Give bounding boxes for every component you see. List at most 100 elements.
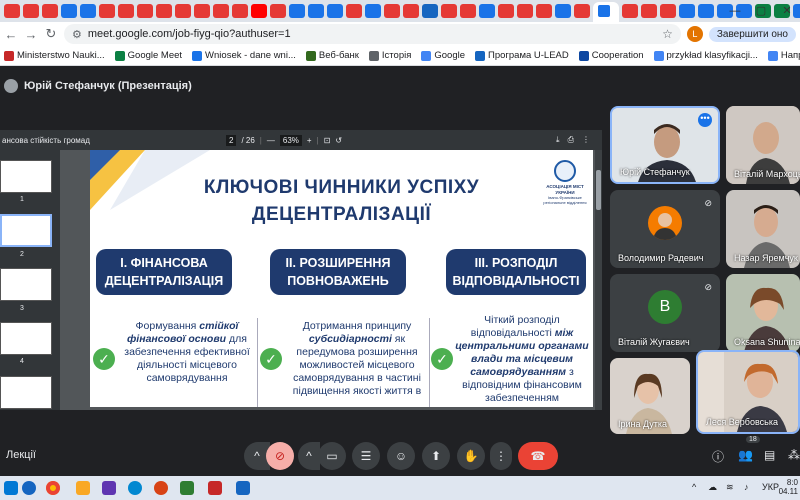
file-explorer-icon[interactable] xyxy=(76,481,90,495)
leave-call-button[interactable]: ☎ xyxy=(518,442,558,470)
update-button[interactable]: Завершити оно xyxy=(708,26,796,42)
tab[interactable] xyxy=(61,4,77,18)
more-options-button[interactable]: ⋮ xyxy=(490,442,512,470)
fit-page-icon[interactable]: ⊡ xyxy=(324,136,331,145)
clock[interactable]: 8:0 04.11 xyxy=(779,478,798,496)
emoji-button[interactable]: ☺ xyxy=(387,442,415,470)
tab[interactable] xyxy=(232,4,248,18)
tab[interactable] xyxy=(622,4,638,18)
bookmark-item[interactable]: Веб-банк xyxy=(305,50,359,61)
activities-icon[interactable]: ⁂ xyxy=(788,448,800,462)
pdf-scrollbar[interactable] xyxy=(595,150,602,410)
windows-start-icon[interactable] xyxy=(4,481,18,495)
participant-tile[interactable]: Ірина Дутка xyxy=(610,358,690,434)
tab[interactable] xyxy=(479,4,495,18)
tab[interactable] xyxy=(536,4,552,18)
participant-tile[interactable]: В ⊘ Віталій Жугаєвич xyxy=(610,274,720,352)
word-icon[interactable] xyxy=(236,481,250,495)
tab[interactable] xyxy=(194,4,210,18)
tab[interactable] xyxy=(251,4,267,18)
tab[interactable] xyxy=(327,4,343,18)
rotate-icon[interactable]: ↺ xyxy=(335,136,342,145)
bookmark-item[interactable]: Історія xyxy=(368,50,411,61)
tab[interactable] xyxy=(574,4,590,18)
forward-icon[interactable]: → xyxy=(24,27,38,42)
tab[interactable] xyxy=(460,4,476,18)
bookmark-item[interactable]: Ministerstwo Nauki... xyxy=(4,50,105,61)
participant-tile[interactable]: ••• Юрій Стефанчук xyxy=(610,106,720,184)
tab[interactable] xyxy=(175,4,191,18)
tab[interactable] xyxy=(365,4,381,18)
participant-tile[interactable]: Oksana Shunina xyxy=(726,274,800,352)
excel-icon[interactable] xyxy=(180,481,194,495)
zoom-out-icon[interactable]: — xyxy=(267,136,275,145)
tab[interactable] xyxy=(555,4,571,18)
app-icon[interactable] xyxy=(128,481,142,495)
tab[interactable] xyxy=(42,4,58,18)
input-language[interactable]: УКР xyxy=(762,482,779,492)
edge-icon[interactable] xyxy=(22,481,36,495)
tab[interactable] xyxy=(660,4,676,18)
page-thumbnail[interactable] xyxy=(0,322,52,355)
back-icon[interactable]: ← xyxy=(4,27,18,42)
participant-tile[interactable]: Леся Вербовська xyxy=(696,350,800,434)
chat-icon[interactable]: ▤ xyxy=(764,448,775,462)
tab[interactable] xyxy=(641,4,657,18)
print-icon[interactable]: ⎙ xyxy=(568,135,574,145)
page-thumbnail[interactable] xyxy=(0,160,52,193)
mic-off-button[interactable]: ⊘ xyxy=(266,442,294,470)
bookmark-item[interactable]: Cooperation xyxy=(578,50,644,61)
bookmark-item[interactable]: Google xyxy=(421,50,465,61)
zoom-in-icon[interactable]: + xyxy=(307,136,312,145)
page-number-input[interactable]: 2 xyxy=(226,134,237,146)
tray-chevron-icon[interactable]: ^ xyxy=(692,482,696,492)
zoom-level[interactable]: 63% xyxy=(279,134,302,146)
app-icon[interactable] xyxy=(102,481,116,495)
captions-button[interactable]: ☰ xyxy=(352,442,380,470)
url-field[interactable]: ⚙ meet.google.com/job-fiyg-qio?authuser=… xyxy=(64,24,681,44)
volume-icon[interactable]: ♪ xyxy=(744,482,749,492)
tab[interactable] xyxy=(422,4,438,18)
participant-tile[interactable]: Назар Яремчук xyxy=(726,190,800,268)
tab[interactable] xyxy=(118,4,134,18)
participant-tile[interactable]: ⊘ Володимир Радевич xyxy=(610,190,720,268)
page-thumbnail-selected[interactable] xyxy=(0,214,52,247)
tab[interactable] xyxy=(4,4,20,18)
tab[interactable] xyxy=(346,4,362,18)
tab[interactable] xyxy=(23,4,39,18)
tab[interactable] xyxy=(99,4,115,18)
chrome-icon[interactable] xyxy=(46,481,60,495)
profile-avatar[interactable]: L xyxy=(686,26,703,42)
active-tab[interactable] xyxy=(593,2,619,22)
bookmark-item[interactable]: przykład klasyfikacji... xyxy=(653,50,758,61)
pdf-reader-icon[interactable] xyxy=(208,481,222,495)
page-thumbnail[interactable] xyxy=(0,376,52,409)
camera-options-chevron[interactable]: ^ xyxy=(298,442,320,470)
camera-button[interactable]: ▭ xyxy=(318,442,346,470)
info-icon[interactable]: ⓘ xyxy=(712,448,724,465)
tab[interactable] xyxy=(80,4,96,18)
wifi-icon[interactable]: ≋ xyxy=(726,482,734,493)
maximize-icon[interactable]: ▢ xyxy=(748,0,774,22)
tab[interactable] xyxy=(403,4,419,18)
bookmark-item[interactable]: Напрями ефективн... xyxy=(767,50,800,61)
tab[interactable] xyxy=(270,4,286,18)
scroll-thumb[interactable] xyxy=(596,170,601,210)
present-button[interactable]: ⬆ xyxy=(422,442,450,470)
download-icon[interactable]: ⤓ xyxy=(556,135,560,145)
more-options-icon[interactable]: ••• xyxy=(698,113,712,127)
page-thumbnail[interactable] xyxy=(0,268,52,301)
reload-icon[interactable]: ↻ xyxy=(44,26,58,42)
tab[interactable] xyxy=(137,4,153,18)
cloud-icon[interactable]: ☁ xyxy=(708,482,717,493)
minimize-icon[interactable]: — xyxy=(722,0,748,22)
bookmark-item[interactable]: Google Meet xyxy=(114,50,182,61)
tab[interactable] xyxy=(213,4,229,18)
raise-hand-button[interactable]: ✋ xyxy=(457,442,485,470)
site-info-icon[interactable]: ⚙ xyxy=(72,28,82,41)
tab[interactable] xyxy=(698,4,714,18)
participant-tile[interactable]: Віталій Мархоць xyxy=(726,106,800,184)
bookmark-item[interactable]: Програма U-LEAD xyxy=(475,50,569,61)
bookmark-item[interactable]: Wniosek - dane wni... xyxy=(192,50,296,61)
close-window-icon[interactable]: ✕ xyxy=(774,0,800,22)
